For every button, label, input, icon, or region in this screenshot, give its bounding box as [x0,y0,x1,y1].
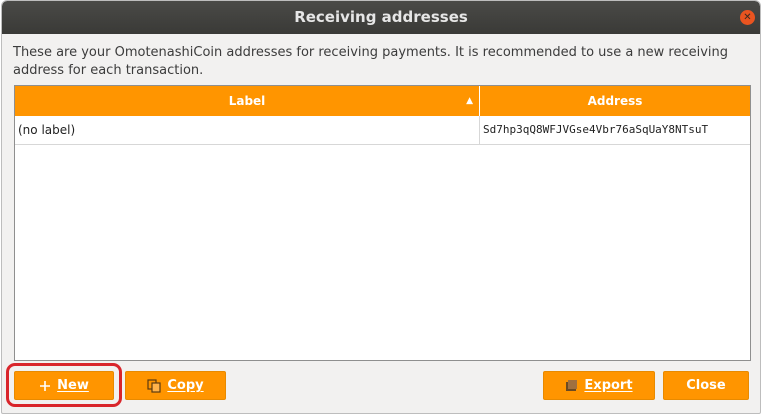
address-table[interactable]: Label ▲ Address (no label) Sd7hp3qQ8WFJV… [14,85,751,361]
close-button[interactable]: Close [663,371,749,400]
export-icon [565,379,578,392]
copy-button[interactable]: Copy [125,371,226,400]
window-title: Receiving addresses [294,8,468,26]
receiving-addresses-dialog: Receiving addresses ✕ These are your Omo… [1,0,761,414]
cell-label[interactable]: (no label) [15,116,480,144]
copy-icon [147,378,161,393]
close-icon[interactable]: ✕ [740,10,755,25]
plus-icon [39,380,51,392]
copy-button-label: Copy [167,378,204,393]
title-bar: Receiving addresses ✕ [2,1,760,34]
new-button-label: New [57,378,89,393]
description-text: These are your OmotenashiCoin addresses … [13,45,729,78]
export-button[interactable]: Export [543,371,655,400]
column-header-label-text: Label [228,94,266,108]
table-row[interactable]: (no label) Sd7hp3qQ8WFJVGse4Vbr76aSqUaY8… [15,116,750,145]
column-header-label[interactable]: Label ▲ [15,86,480,116]
column-header-address[interactable]: Address [480,86,750,116]
close-button-label: Close [686,378,726,393]
table-header: Label ▲ Address [15,86,750,116]
export-button-label: Export [584,378,633,393]
sort-ascending-icon: ▲ [466,96,473,106]
cell-address[interactable]: Sd7hp3qQ8WFJVGse4Vbr76aSqUaY8NTsuT [480,116,750,144]
new-button[interactable]: New [14,371,114,400]
